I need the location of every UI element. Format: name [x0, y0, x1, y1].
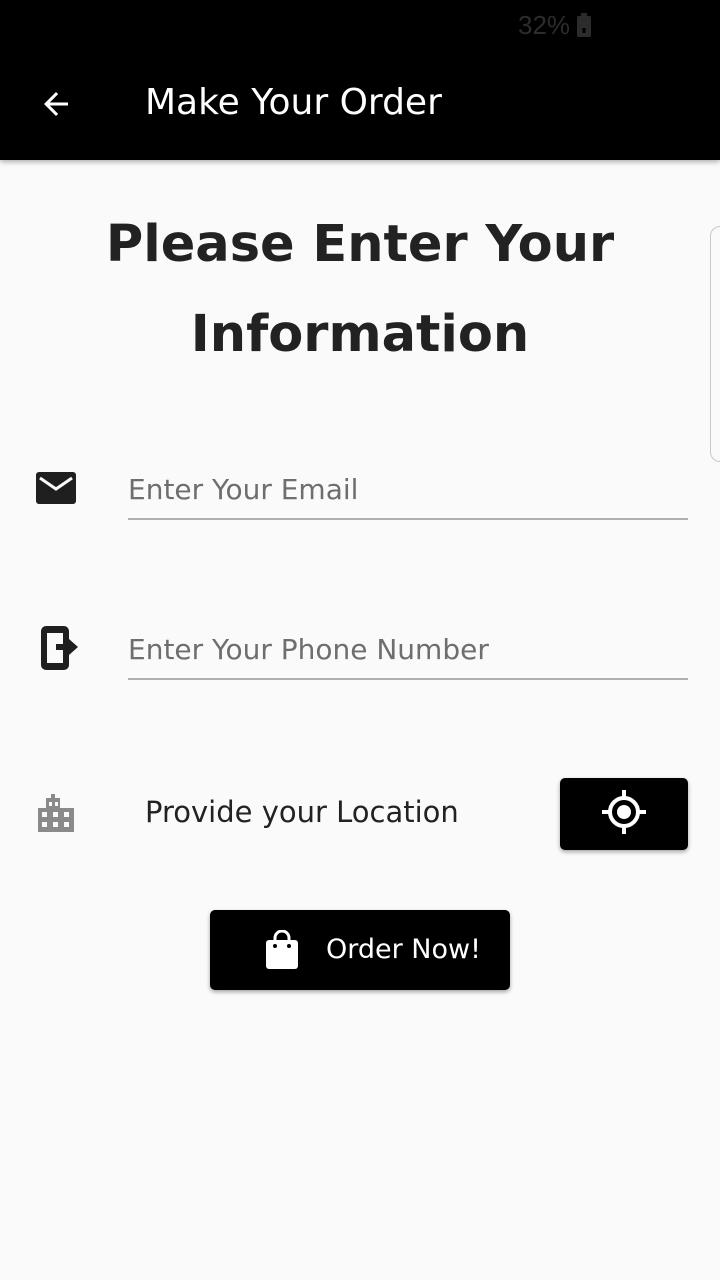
- order-now-label: Order Now!: [326, 934, 481, 965]
- city-icon: [36, 794, 76, 834]
- order-now-button[interactable]: Order Now!: [210, 910, 510, 990]
- location-label: Provide your Location: [145, 795, 459, 829]
- app-bar: Make Your Order: [0, 50, 720, 160]
- status-bar: 32%: [0, 0, 720, 50]
- heading-line-2: Information: [190, 305, 530, 364]
- app-bar-title: Make Your Order: [145, 82, 442, 123]
- heading-line-1: Please Enter Your: [105, 215, 615, 274]
- email-icon: [34, 468, 78, 508]
- phone-icon: [38, 624, 80, 672]
- battery-percentage: 32%: [518, 10, 571, 40]
- get-location-button[interactable]: [560, 778, 688, 850]
- page-heading: Please Enter Your Information: [0, 200, 720, 380]
- arrow-left-icon: [38, 86, 74, 126]
- back-button[interactable]: [30, 80, 82, 132]
- shopping-bag-icon: [264, 929, 300, 974]
- email-input[interactable]: [128, 460, 688, 520]
- scroll-edge-handle[interactable]: [710, 226, 720, 462]
- battery-icon: [576, 13, 592, 41]
- phone-input[interactable]: [128, 620, 688, 680]
- gps-target-icon: [601, 789, 647, 839]
